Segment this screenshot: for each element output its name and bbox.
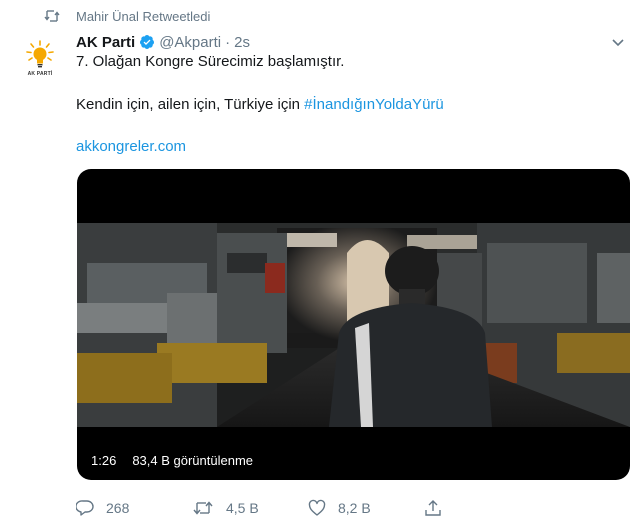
retweet-button[interactable]: 4,5 B [192, 499, 308, 517]
retweet-context-text[interactable]: Mahir Ünal Retweetledi [76, 9, 210, 24]
avatar[interactable]: AK PARTİ [16, 34, 64, 82]
tweet[interactable]: Mahir Ünal Retweetledi AK PARTİ AK Parti [0, 0, 640, 525]
retweet-context: Mahir Ünal Retweetledi [44, 6, 210, 26]
header-separator: · [225, 33, 231, 51]
tweet-actions: 268 4,5 B 8,2 B [76, 497, 556, 519]
reply-button[interactable]: 268 [76, 499, 192, 517]
reply-count: 268 [106, 500, 130, 516]
reply-icon [76, 500, 94, 516]
video-view-count: 83,4 B görüntülenme [126, 450, 260, 471]
retweet-action-icon [193, 501, 213, 515]
retweet-count: 4,5 B [226, 500, 259, 516]
like-button[interactable]: 8,2 B [308, 499, 424, 517]
hashtag-link[interactable]: #İnandığınYoldaYürü [304, 96, 444, 113]
verified-badge-icon [139, 34, 155, 50]
author-name[interactable]: AK Parti [76, 34, 135, 51]
tweet-text-line1: 7. Olağan Kongre Sürecimiz başlamıştır. [76, 53, 345, 70]
like-icon [308, 499, 326, 516]
tweet-text-line2: Kendin için, ailen için, Türkiye için #İ… [76, 96, 444, 113]
chevron-down-icon[interactable] [610, 34, 626, 50]
like-count: 8,2 B [338, 500, 371, 516]
video-badges: 1:26 83,4 B görüntülenme [85, 450, 260, 471]
retweet-icon [44, 9, 60, 23]
author-handle[interactable]: @Akparti [159, 34, 221, 51]
share-button[interactable] [424, 499, 454, 517]
tweet-text-prefix: Kendin için, ailen için, Türkiye için [76, 96, 305, 113]
video-frame [77, 223, 630, 427]
tweet-header: AK Parti @Akparti · 2s [76, 32, 250, 52]
video-player[interactable]: 1:26 83,4 B görüntülenme [77, 169, 630, 480]
share-icon [425, 500, 441, 516]
ak-parti-logo [26, 40, 54, 68]
video-duration: 1:26 [85, 450, 123, 471]
avatar-logo-text: AK PARTİ [27, 71, 53, 77]
website-link[interactable]: akkongreler.com [76, 138, 186, 155]
tweet-timestamp[interactable]: 2s [234, 34, 250, 51]
